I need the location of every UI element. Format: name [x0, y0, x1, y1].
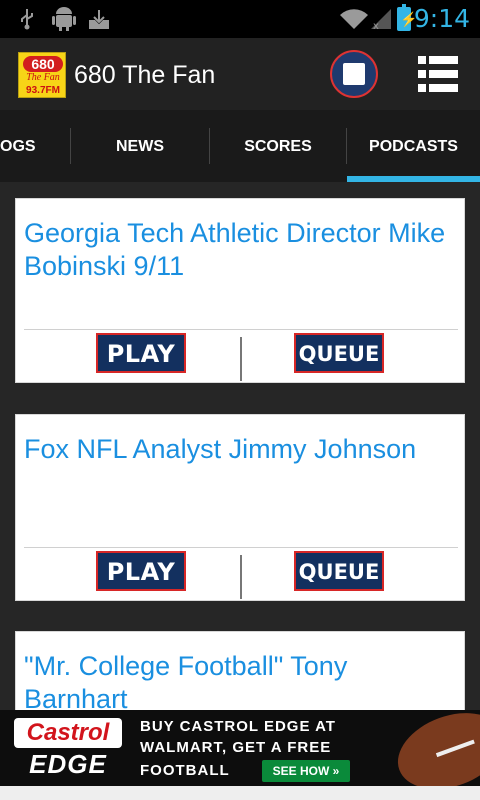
usb-icon — [16, 0, 38, 38]
action-bar: 680 The Fan 93.7FM 680 The Fan — [0, 38, 480, 110]
action-divider — [240, 555, 242, 599]
play-button[interactable]: PLAY — [96, 551, 186, 591]
stop-button[interactable] — [330, 50, 378, 98]
app-logo[interactable]: 680 The Fan 93.7FM — [18, 52, 66, 98]
podcast-card: Fox NFL Analyst Jimmy Johnson PLAY QUEUE — [15, 414, 465, 601]
podcast-title[interactable]: Georgia Tech Athletic Director Mike Bobi… — [24, 217, 454, 283]
list-menu-button[interactable] — [418, 56, 458, 92]
card-divider — [24, 329, 458, 330]
stop-icon — [343, 63, 365, 85]
podcast-title[interactable]: "Mr. College Football" Tony Barnhart — [24, 650, 454, 710]
tab-news[interactable]: NEWS — [71, 110, 209, 182]
queue-button[interactable]: QUEUE — [294, 551, 384, 591]
wifi-icon — [338, 0, 370, 38]
status-time: 9:14 — [413, 4, 470, 33]
app-title: 680 The Fan — [74, 61, 216, 89]
play-button[interactable]: PLAY — [96, 333, 186, 373]
download-icon — [86, 0, 112, 38]
system-nav-strip — [0, 786, 480, 800]
tab-bar: OGS NEWS SCORES PODCASTS — [0, 110, 480, 182]
podcast-card: "Mr. College Football" Tony Barnhart — [15, 631, 465, 710]
signal-icon: x — [368, 0, 394, 38]
tab-blogs[interactable]: OGS — [0, 110, 70, 182]
ad-brand: Castrol — [14, 718, 122, 748]
podcast-list[interactable]: Georgia Tech Athletic Director Mike Bobi… — [0, 182, 480, 710]
android-debug-icon — [50, 0, 78, 38]
castrol-edge-logo: Castrol EDGE — [14, 718, 122, 778]
ad-text-line: BUY CASTROL EDGE AT — [140, 718, 336, 735]
action-divider — [240, 337, 242, 381]
tab-scores[interactable]: SCORES — [210, 110, 346, 182]
podcast-card: Georgia Tech Athletic Director Mike Bobi… — [15, 198, 465, 383]
logo-name: The Fan — [26, 72, 60, 83]
podcast-title[interactable]: Fox NFL Analyst Jimmy Johnson — [24, 433, 454, 466]
ad-text-line: WALMART, GET A FREE — [140, 739, 332, 756]
football-image — [387, 710, 480, 786]
ad-product: EDGE — [29, 749, 107, 779]
queue-button[interactable]: QUEUE — [294, 333, 384, 373]
svg-text:x: x — [373, 21, 379, 31]
logo-frequency: 93.7FM — [26, 85, 60, 96]
logo-number: 680 — [23, 56, 63, 72]
ad-see-how-button[interactable]: SEE HOW » — [262, 760, 350, 782]
card-divider — [24, 547, 458, 548]
status-bar: x ⚡ 9:14 — [0, 0, 480, 38]
ad-banner[interactable]: Castrol EDGE BUY CASTROL EDGE AT WALMART… — [0, 710, 480, 786]
battery-icon: ⚡ — [397, 4, 417, 31]
tab-podcasts[interactable]: PODCASTS — [347, 110, 480, 182]
